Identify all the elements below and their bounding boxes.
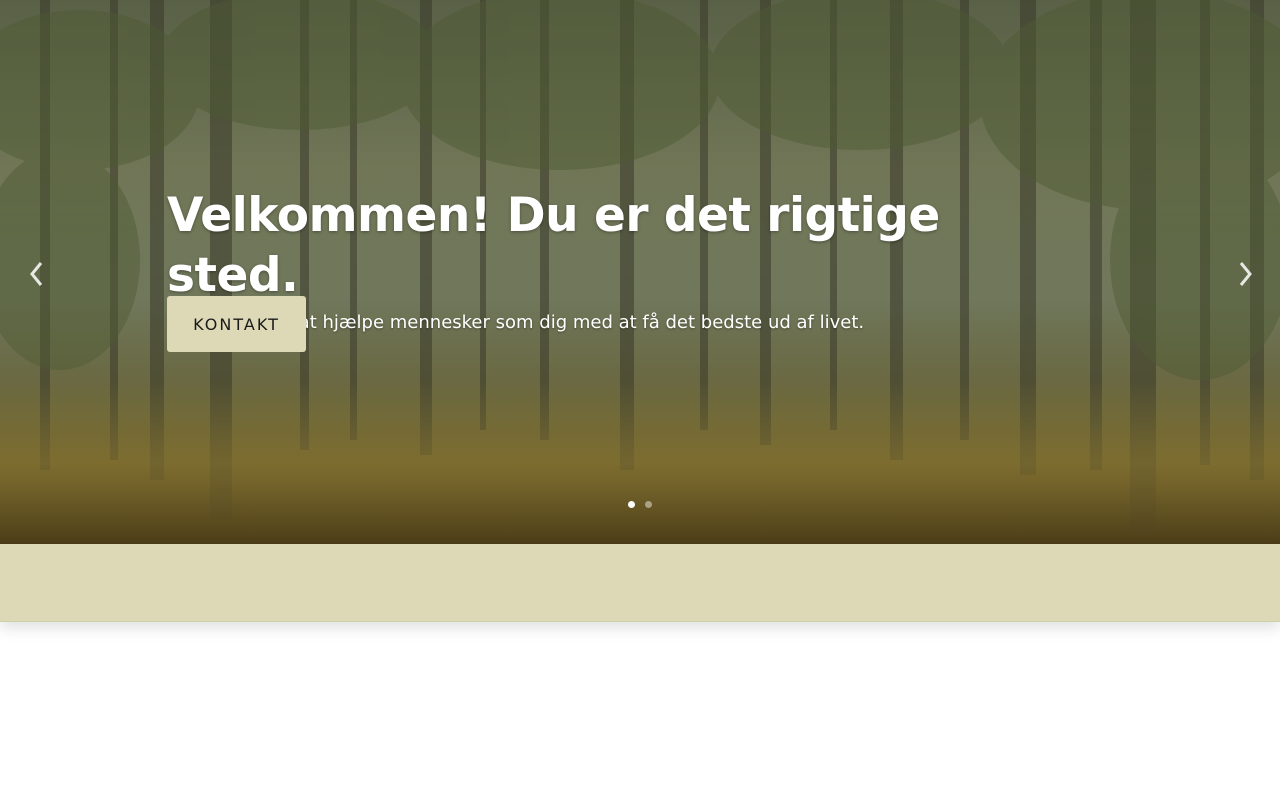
- accent-band: [0, 544, 1280, 622]
- slider-pagination: [628, 501, 652, 508]
- hero-title: Velkommen! Du er det rigtige sted.: [167, 188, 940, 303]
- hero-content: Velkommen! Du er det rigtige sted. Mit a…: [167, 186, 1067, 352]
- chevron-left-icon: [30, 262, 43, 286]
- slide-dot-2[interactable]: [645, 501, 652, 508]
- next-slide-button[interactable]: [1232, 258, 1260, 290]
- contact-button[interactable]: KONTAKT: [167, 296, 306, 352]
- previous-slide-button[interactable]: [22, 258, 50, 290]
- chevron-right-icon: [1239, 262, 1252, 286]
- slide-dot-1[interactable]: [628, 501, 635, 508]
- hero-slider: Velkommen! Du er det rigtige sted. Mit a…: [0, 0, 1280, 544]
